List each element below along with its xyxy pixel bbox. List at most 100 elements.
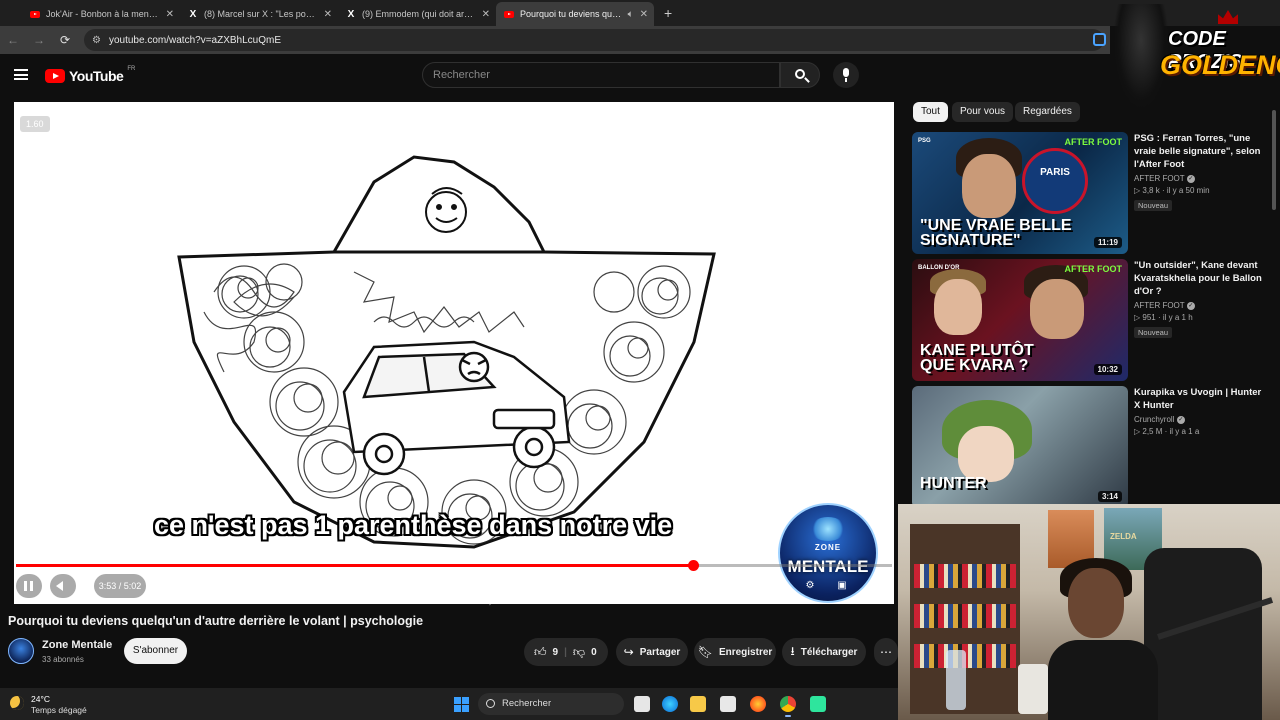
volume-button[interactable] — [50, 574, 76, 598]
address-bar[interactable]: ⚙ youtube.com/watch?v=aZXBhLcuQmE — [84, 29, 1104, 51]
youtube-play-icon — [45, 69, 65, 83]
new-tab-button[interactable]: + — [664, 2, 672, 26]
save-button[interactable]: 🔖︎ Enregistrer — [694, 638, 776, 666]
video-thumbnail[interactable]: PSG PARIS AFTER FOOT "UNE VRAIE BELLE SI… — [912, 132, 1128, 254]
more-actions-button[interactable]: ⋯ — [874, 638, 898, 666]
download-button[interactable]: ⭳ Télécharger — [782, 638, 866, 666]
fullscreen-icon[interactable]: ⤡ — [866, 578, 882, 594]
autoplay-toggle-icon[interactable]: ⏸︎ — [734, 578, 750, 594]
overlay-line2: GOLDENG — [1160, 50, 1280, 80]
card-channel-name: AFTER FOOT — [1134, 174, 1185, 183]
verified-icon: ✓ — [1186, 174, 1195, 183]
card-channel[interactable]: AFTER FOOT ✓ — [1134, 301, 1264, 310]
taskbar-search[interactable]: Rechercher — [478, 693, 624, 715]
channel-watermark[interactable]: ZONE MENTALE — [778, 503, 878, 603]
promo-overlay-logo: CODE PROZIS GOLDENG — [1108, 0, 1280, 112]
file-explorer-icon[interactable] — [690, 696, 706, 712]
thumbs-up-icon[interactable]: 👍︎ — [534, 645, 547, 660]
browser-tab-strip: Jok'Air - Bonbon à la menthe F ✕ X (8) M… — [0, 0, 1280, 26]
chrome-icon[interactable] — [780, 696, 796, 717]
edge-icon[interactable] — [662, 696, 678, 712]
club-crest: PARIS — [1022, 148, 1088, 214]
anime-character-face — [958, 426, 1014, 482]
windows-start-icon[interactable] — [454, 697, 469, 712]
tab-title: (9) Emmodem (qui doit arreter — [362, 9, 476, 19]
subscriber-count: 33 abonnés — [42, 655, 84, 664]
x-icon: X — [347, 8, 355, 20]
card-age: il y a 1 a — [1169, 427, 1200, 436]
browser-tab-active[interactable]: Pourquoi tu deviens quelqu 🔈︎ ✕ — [496, 2, 654, 26]
card-channel[interactable]: Crunchyroll ✓ — [1134, 415, 1264, 424]
dislike-count[interactable]: 0 — [591, 647, 597, 658]
task-view-icon[interactable] — [634, 696, 650, 712]
divider: | — [564, 646, 567, 658]
channel-avatar[interactable] — [8, 638, 34, 664]
share-button[interactable]: ↪ Partager — [616, 638, 688, 666]
settings-icon[interactable]: ⚙ — [802, 578, 818, 594]
sidebar-scrollbar[interactable] — [1272, 110, 1276, 210]
card-stats: ▷ 3,8 k · il y a 50 min — [1134, 186, 1210, 195]
new-badge: Nouveau — [1134, 200, 1173, 211]
subscribe-button[interactable]: S'abonner — [124, 638, 187, 664]
tab-title: Jok'Air - Bonbon à la menthe F — [46, 9, 160, 19]
webcam-feed: ZELDA — [898, 504, 1280, 720]
shelf-books — [914, 604, 1016, 628]
card-title[interactable]: "Un outsider", Kane devant Kvaratskhelia… — [1134, 259, 1264, 298]
browser-tab[interactable]: Jok'Air - Bonbon à la menthe F ✕ — [22, 2, 180, 26]
video-player[interactable]: 1.60 ce n'est pas 1 parenthèse dans notr… — [14, 102, 894, 604]
extension-icon[interactable] — [1093, 33, 1106, 46]
close-icon[interactable]: ✕ — [640, 9, 648, 20]
search-input[interactable]: Rechercher — [422, 62, 780, 88]
time-display: 3:53 / 5:02 — [94, 574, 146, 598]
channel-name[interactable]: Zone Mentale — [42, 639, 112, 651]
subtitles-icon[interactable]: ▭ — [768, 578, 784, 594]
chip-for-you[interactable]: Pour vous — [952, 102, 1014, 122]
close-icon[interactable]: ✕ — [482, 9, 490, 20]
close-icon[interactable]: ✕ — [324, 9, 332, 20]
back-icon[interactable]: ← — [0, 33, 26, 47]
thumbs-down-icon[interactable]: 👎︎ — [573, 645, 585, 660]
browser-tab[interactable]: X (9) Emmodem (qui doit arreter ✕ — [338, 2, 496, 26]
youtube-logo[interactable]: YouTube FR — [45, 66, 136, 84]
weather-description: Temps dégagé — [31, 705, 87, 715]
reload-icon[interactable]: ⟳ — [52, 33, 78, 47]
like-count[interactable]: 9 — [553, 647, 559, 658]
forward-icon[interactable]: → — [26, 33, 52, 47]
close-icon[interactable]: ✕ — [166, 9, 174, 20]
pause-icon — [24, 581, 33, 591]
app-icon[interactable] — [810, 696, 826, 712]
voice-search-button[interactable] — [833, 62, 859, 88]
crest-text: PARIS — [1040, 167, 1070, 178]
video-thumbnail[interactable]: BALLON D'OR AFTER FOOT KANE PLUTÔT QUE K… — [912, 259, 1128, 381]
search-icon — [795, 69, 805, 79]
firefox-icon[interactable] — [750, 696, 766, 712]
video-thumbnail[interactable]: HUNTER 3:14 — [912, 386, 1128, 508]
progress-scrubber[interactable] — [688, 560, 700, 571]
watermark-line2: MENTALE — [780, 557, 876, 577]
video-card-meta[interactable]: PSG : Ferran Torres, "une vraie belle si… — [1134, 132, 1264, 213]
streamer-body — [1048, 640, 1158, 720]
site-info-icon[interactable]: ⚙ — [92, 35, 101, 46]
card-title[interactable]: Kurapika vs Uvogin | Hunter X Hunter — [1134, 386, 1264, 412]
pause-button[interactable] — [16, 574, 42, 598]
speed-badge: 1.60 — [20, 116, 50, 132]
country-code: FR — [127, 66, 136, 72]
card-channel[interactable]: AFTER FOOT ✓ — [1134, 174, 1264, 183]
poster-text: ZELDA — [1110, 532, 1137, 541]
speaker-icon[interactable]: 🔈︎ — [628, 9, 634, 20]
menu-icon[interactable] — [14, 69, 28, 80]
thumbnail-text: HUNTER — [920, 475, 987, 492]
chip-watched[interactable]: Regardées — [1015, 102, 1080, 122]
video-title: Pourquoi tu deviens quelqu'un d'autre de… — [8, 614, 424, 628]
desk-item — [1018, 664, 1048, 714]
store-icon[interactable] — [720, 696, 736, 712]
card-title[interactable]: PSG : Ferran Torres, "une vraie belle si… — [1134, 132, 1264, 171]
card-age: il y a 50 min — [1166, 186, 1210, 195]
theater-mode-icon[interactable]: ▣ — [834, 578, 850, 594]
video-card-meta[interactable]: "Un outsider", Kane devant Kvaratskhelia… — [1134, 259, 1264, 340]
browser-tab[interactable]: X (8) Marcel sur X : "Les pompiers ✕ — [180, 2, 338, 26]
search-button[interactable] — [780, 62, 820, 88]
person-face — [962, 154, 1016, 218]
video-card-meta[interactable]: Kurapika vs Uvogin | Hunter X Hunter Cru… — [1134, 386, 1264, 436]
chip-all[interactable]: Tout — [913, 102, 948, 122]
